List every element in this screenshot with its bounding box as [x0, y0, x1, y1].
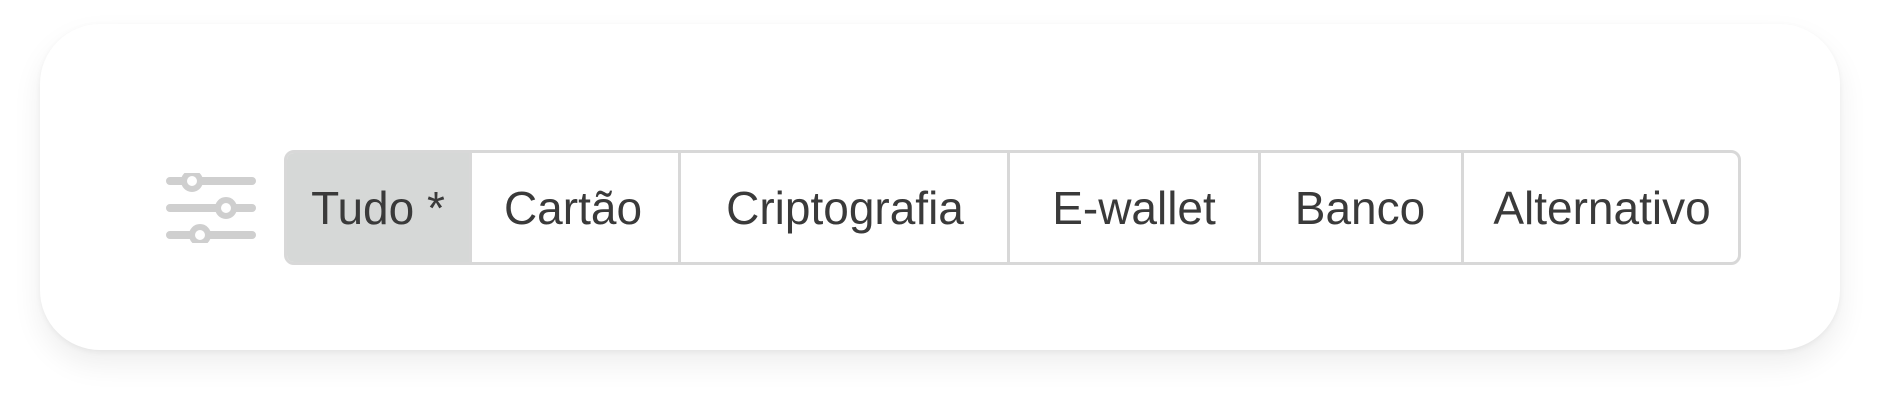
tab-cartao[interactable]: Cartão — [469, 153, 678, 262]
payment-method-tabs: Tudo * Cartão Criptografia E-wallet Banc… — [284, 150, 1741, 265]
tab-alternativo[interactable]: Alternativo — [1461, 153, 1738, 262]
tab-banco[interactable]: Banco — [1258, 153, 1461, 262]
sliders-icon-graphic — [166, 172, 256, 243]
tab-tudo[interactable]: Tudo * — [287, 153, 469, 262]
sliders-icon[interactable] — [166, 172, 256, 243]
payment-filter-bar: Tudo * Cartão Criptografia E-wallet Banc… — [166, 150, 1741, 265]
tab-criptografia[interactable]: Criptografia — [678, 153, 1007, 262]
filter-card: Tudo * Cartão Criptografia E-wallet Banc… — [40, 24, 1840, 350]
tab-e-wallet[interactable]: E-wallet — [1007, 153, 1258, 262]
